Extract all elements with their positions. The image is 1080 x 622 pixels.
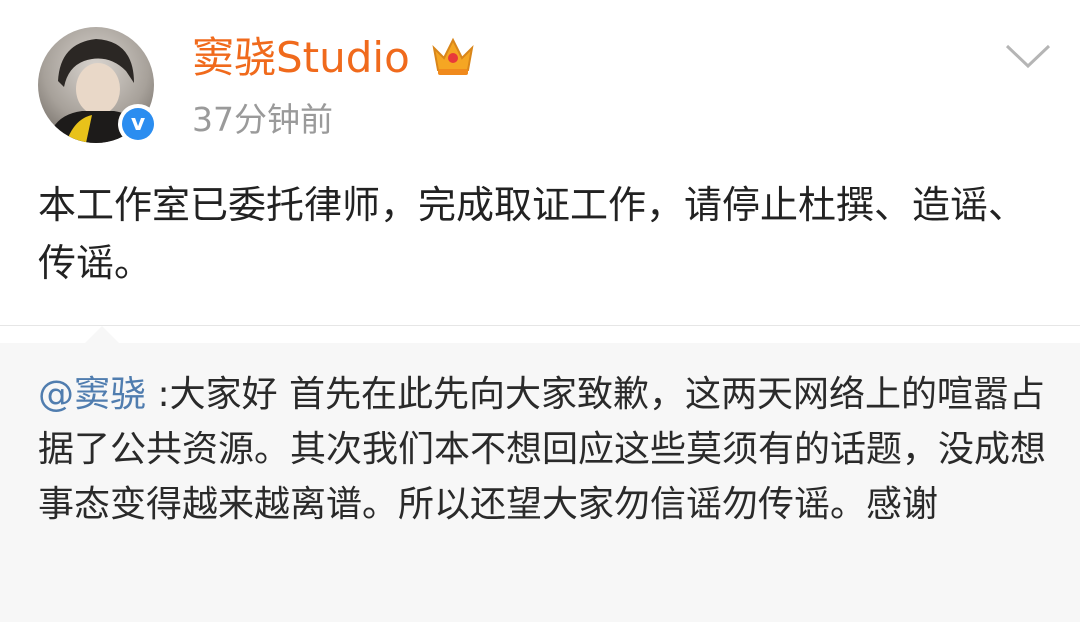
verified-badge-icon: v <box>118 104 158 144</box>
post-body-text: 本工作室已委托律师，完成取证工作，请停止杜撰、造谣、传谣。 <box>38 183 1027 285</box>
post-header: v 窦骁Studio 37分钟前 <box>0 0 1080 160</box>
vip-crown-icon <box>432 37 474 75</box>
mention-link[interactable]: @窦骁 <box>38 374 146 415</box>
divider <box>0 325 1080 326</box>
repost-card-notch <box>84 326 120 344</box>
post-timestamp: 37分钟前 <box>192 100 333 139</box>
chevron-down-icon[interactable] <box>1003 40 1053 70</box>
repost-text: @窦骁 :大家好 首先在此先向大家致歉，这两天网络上的喧嚣占据了公共资源。其次我… <box>38 367 1048 532</box>
repost-body-text: :大家好 首先在此先向大家致歉，这两天网络上的喧嚣占据了公共资源。其次我们本不想… <box>38 374 1047 525</box>
author-name[interactable]: 窦骁Studio <box>192 30 410 86</box>
